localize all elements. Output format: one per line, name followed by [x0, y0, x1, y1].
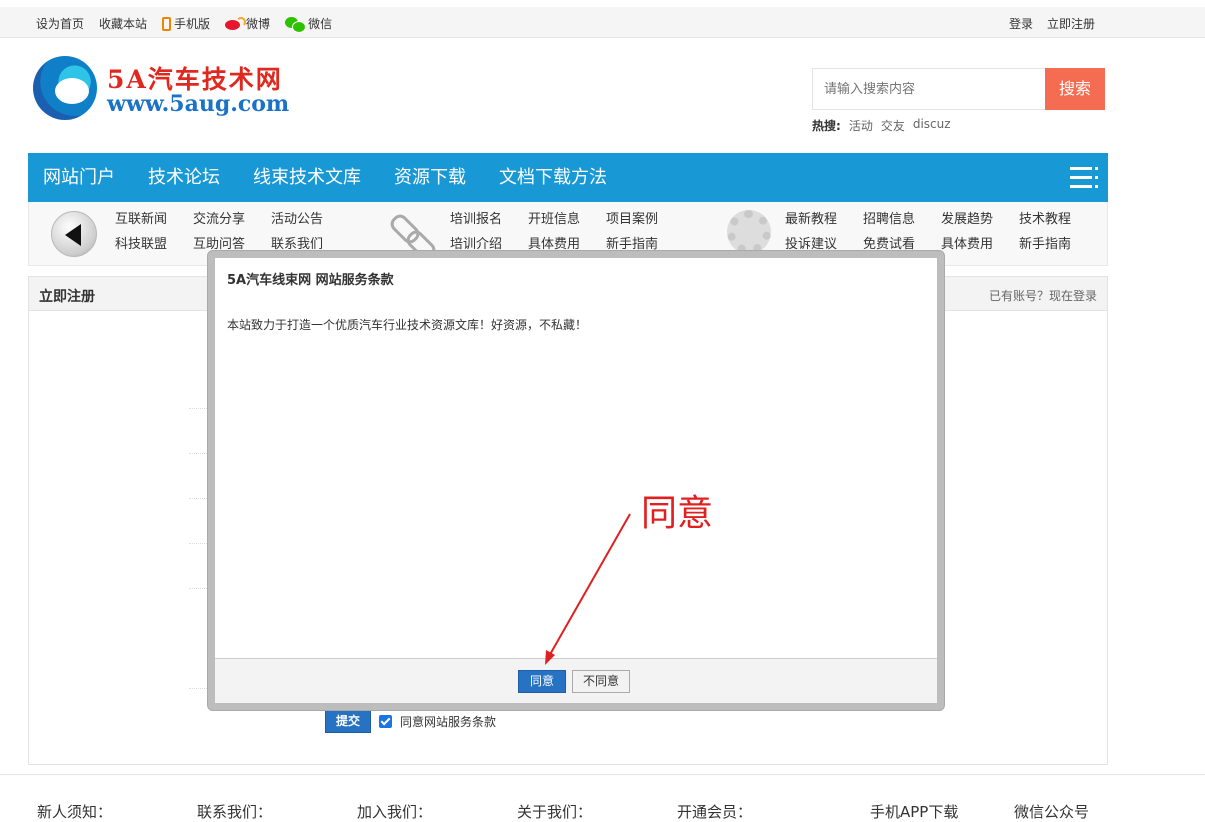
register-title: 立即注册: [39, 289, 95, 305]
menu-icon[interactable]: [1070, 163, 1098, 191]
search-input[interactable]: [812, 68, 1045, 110]
hot-term[interactable]: 交友: [881, 117, 905, 134]
logo-emblem-icon: [33, 56, 97, 120]
back-arrow-icon: [51, 211, 97, 257]
login-link[interactable]: 登录: [1009, 15, 1033, 32]
wechat-link[interactable]: 微信: [285, 15, 333, 33]
site-logo[interactable]: 5A汽车技术网 www.5aug.com: [33, 54, 333, 124]
hot-search-label: 热搜:: [812, 119, 841, 133]
subnav-link[interactable]: 具体费用: [941, 235, 1019, 255]
annotation-label: 同意: [641, 493, 714, 534]
top-bar-right: 登录 立即注册: [1009, 15, 1095, 32]
gear-icon: [727, 210, 771, 254]
main-nav: 网站门户 技术论坛 线束技术文库 资源下载 文档下载方法: [28, 153, 1108, 202]
subnav-link[interactable]: 开班信息: [528, 210, 606, 230]
submit-row: 提交 同意网站服务条款: [325, 710, 496, 733]
submit-button[interactable]: 提交: [325, 710, 371, 733]
hot-search: 热搜: 活动 交友 discuz: [812, 117, 951, 134]
top-bar-left: 设为首页 收藏本站 手机版 微博 微信: [36, 15, 333, 33]
subnav-link[interactable]: 技术教程: [1019, 210, 1097, 230]
mobile-link[interactable]: 手机版: [162, 15, 210, 32]
weibo-link[interactable]: 微博: [225, 15, 270, 32]
hot-term[interactable]: 活动: [849, 117, 873, 134]
mobile-label: 手机版: [174, 17, 211, 31]
subnav-link[interactable]: 科技联盟: [115, 235, 193, 255]
bookmark-link[interactable]: 收藏本站: [99, 15, 147, 32]
nav-item-forum[interactable]: 技术论坛: [148, 153, 220, 202]
footer-wechat-account[interactable]: 微信公众号: [1014, 801, 1089, 822]
footer-app-download[interactable]: 手机APP下载: [870, 801, 958, 822]
subnav-link[interactable]: 发展趋势: [941, 210, 1019, 230]
top-bar: 设为首页 收藏本站 手机版 微博 微信 登录 立即注册: [0, 7, 1205, 38]
register-link[interactable]: 立即注册: [1047, 15, 1095, 32]
dialog-body: 本站致力于打造一个优质汽车行业技术资源文库！好资源，不私藏！: [227, 318, 588, 332]
subnav-group-1: 互联新闻 交流分享 活动公告 科技联盟 互助问答 联系我们: [115, 210, 427, 255]
subnav-link[interactable]: 新手指南: [1019, 235, 1097, 255]
nav-item-library[interactable]: 线束技术文库: [253, 153, 361, 202]
set-home-label: 设为首页: [36, 17, 85, 31]
footer-contact[interactable]: 联系我们：: [197, 801, 272, 822]
logo-url: www.5aug.com: [107, 91, 290, 117]
subnav-link[interactable]: 活动公告: [271, 210, 349, 230]
phone-icon: [162, 16, 172, 31]
disagree-button[interactable]: 不同意: [572, 670, 630, 693]
subnav-link[interactable]: 交流分享: [193, 210, 271, 230]
terms-dialog: 5A汽车线束网 网站服务条款 本站致力于打造一个优质汽车行业技术资源文库！好资源…: [208, 251, 944, 710]
search-button[interactable]: 搜索: [1045, 68, 1105, 110]
subnav-link[interactable]: 培训报名: [450, 210, 528, 230]
nav-item-downloads[interactable]: 资源下载: [394, 153, 466, 202]
footer-about[interactable]: 关于我们：: [517, 801, 592, 822]
footer-join[interactable]: 加入我们：: [357, 801, 432, 822]
dialog-title: 5A汽车线束网 网站服务条款: [227, 273, 394, 288]
search-box: 搜索: [812, 68, 1105, 110]
subnav-group-2: 培训报名 开班信息 项目案例 培训介绍 具体费用 新手指南: [450, 210, 762, 255]
footer-membership[interactable]: 开通会员：: [677, 801, 752, 822]
dialog-footer: 同意 不同意: [215, 658, 937, 703]
footer-newbie[interactable]: 新人须知：: [37, 801, 112, 822]
footer: 新人须知： 联系我们： 加入我们： 关于我们： 开通会员： 手机APP下载 微信…: [0, 774, 1205, 821]
subnav-link[interactable]: 项目案例: [606, 210, 684, 230]
subnav-group-3: 最新教程 招聘信息 发展趋势 技术教程 投诉建议 免费试看 具体费用 新手指南: [785, 210, 1097, 255]
weibo-icon: [225, 17, 247, 30]
agree-button[interactable]: 同意: [518, 670, 566, 693]
agree-terms-checkbox[interactable]: [379, 715, 392, 728]
bookmark-label: 收藏本站: [99, 17, 148, 31]
agree-terms-label[interactable]: 同意网站服务条款: [400, 713, 496, 730]
weibo-label: 微博: [246, 17, 271, 31]
login-now-link[interactable]: 已有账号？现在登录: [989, 287, 1097, 304]
nav-item-portal[interactable]: 网站门户: [43, 153, 115, 202]
wechat-icon: [285, 16, 307, 33]
subnav-link[interactable]: 互联新闻: [115, 210, 193, 230]
nav-item-download-method[interactable]: 文档下载方法: [499, 153, 607, 202]
wechat-label: 微信: [308, 17, 333, 31]
set-home-link[interactable]: 设为首页: [36, 15, 84, 32]
hot-term[interactable]: discuz: [913, 117, 951, 134]
subnav-link[interactable]: 最新教程: [785, 210, 863, 230]
subnav-link[interactable]: 招聘信息: [863, 210, 941, 230]
